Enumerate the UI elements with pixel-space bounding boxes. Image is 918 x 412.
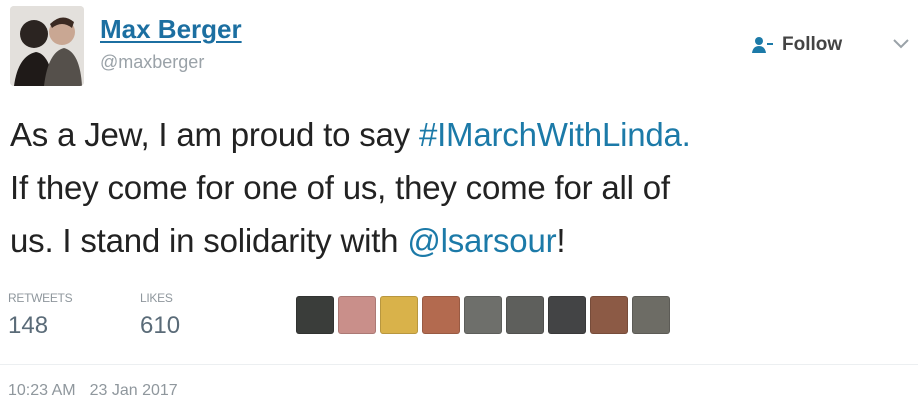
liker-avatar[interactable] [506, 296, 544, 334]
liker-avatar[interactable] [632, 296, 670, 334]
tweet-line-3: us. I stand in solidarity with @lsarsour… [10, 214, 910, 267]
liker-avatar[interactable] [338, 296, 376, 334]
follow-label: Follow [782, 34, 843, 55]
tweet-text-segment: us. I stand in solidarity with [10, 222, 408, 259]
divider [0, 364, 918, 365]
tweet-text-segment: ! [556, 222, 566, 259]
liker-avatar[interactable] [296, 296, 334, 334]
tweet-text-segment: As a Jew, I am proud to say [10, 116, 419, 153]
avatar[interactable] [10, 6, 84, 86]
user-handle[interactable]: @maxberger [100, 52, 204, 73]
tweet-text: As a Jew, I am proud to say #IMarchWithL… [10, 108, 910, 267]
liker-avatar[interactable] [590, 296, 628, 334]
follow-person-plus-icon [752, 37, 773, 53]
likes-count[interactable]: 610 [140, 312, 180, 340]
tweet-line-1: As a Jew, I am proud to say #IMarchWithL… [10, 108, 910, 161]
tweet-card: Max Berger @maxberger Follow As a Jew, I… [0, 0, 918, 412]
liker-avatar[interactable] [548, 296, 586, 334]
liker-avatar[interactable] [380, 296, 418, 334]
timestamp[interactable]: 10:23 AM 23 Jan 2017 [8, 382, 178, 400]
tweet-line-2: If they come for one of us, they come fo… [10, 169, 670, 206]
mention-link[interactable]: @lsarsour [407, 222, 556, 259]
user-name[interactable]: Max Berger [100, 14, 242, 45]
follow-button[interactable]: Follow [752, 30, 842, 60]
tweet-time: 10:23 AM [8, 382, 76, 399]
liker-avatar[interactable] [422, 296, 460, 334]
liker-avatar[interactable] [464, 296, 502, 334]
chevron-down-icon[interactable] [893, 36, 909, 54]
likes-label: LIKES [140, 291, 173, 305]
retweets-count[interactable]: 148 [8, 312, 48, 340]
retweets-label: RETWEETS [8, 291, 73, 305]
likers-avatars [296, 296, 670, 334]
tweet-date: 23 Jan 2017 [89, 382, 178, 399]
hashtag-link[interactable]: #IMarchWithLinda. [419, 116, 691, 153]
